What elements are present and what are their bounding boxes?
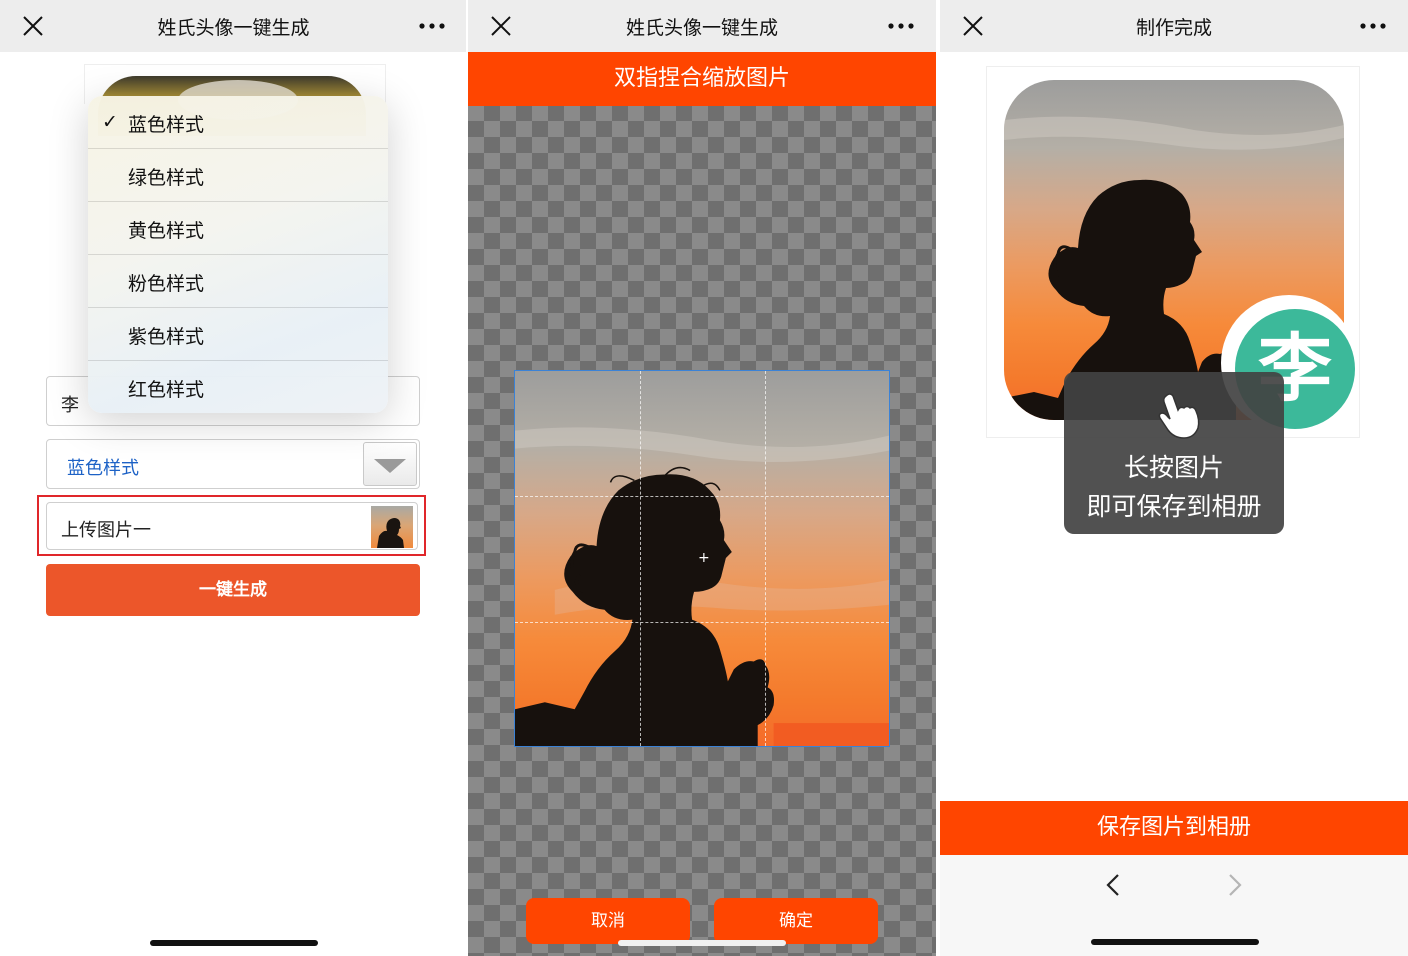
upload-thumbnail [371,506,413,548]
dropdown-option-pink[interactable]: 粉色样式 [88,255,388,308]
dropdown-option-red[interactable]: 红色样式 [88,361,388,413]
style-select[interactable]: 蓝色样式 [46,439,420,489]
tooltip-line-1: 长按图片 [1123,453,1224,482]
navigation-bar: 姓氏头像一键生成 [0,0,467,52]
style-select-value: 蓝色样式 [67,458,139,479]
crop-grid-line [515,496,889,497]
cancel-button[interactable]: 取消 [526,898,690,944]
crop-frame[interactable]: + [514,370,890,747]
home-indicator [618,940,786,946]
home-indicator [1091,939,1259,945]
dropdown-option-purple[interactable]: 紫色样式 [88,308,388,361]
result-screen: 制作完成 李 长按图片 即可保存到相册 保存图片到相册 [940,0,1408,956]
style-dropdown-menu: ✓ 蓝色样式 绿色样式 黄色样式 粉色样式 紫色样式 红色样式 [88,96,388,413]
dropdown-option-blue[interactable]: ✓ 蓝色样式 [88,96,388,149]
dropdown-option-label: 粉色样式 [128,273,205,295]
save-to-album-button[interactable]: 保存图片到相册 [940,801,1408,855]
crop-grid-line [640,371,641,746]
forward-arrow-icon[interactable] [1222,873,1246,897]
tooltip-line-2: 即可保存到相册 [1086,492,1262,521]
browser-bottom-bar [940,855,1408,956]
home-indicator [150,940,318,946]
confirm-button[interactable]: 确定 [714,898,878,944]
check-icon: ✓ [102,111,118,133]
dropdown-option-yellow[interactable]: 黄色样式 [88,202,388,255]
crop-grid-line [515,622,889,623]
page-title: 姓氏头像一键生成 [625,17,778,39]
dropdown-option-label: 红色样式 [128,379,205,401]
upload-image-field[interactable]: 上传图片一 [46,502,418,550]
dropdown-option-label: 绿色样式 [128,167,205,189]
select-arrow-button[interactable] [363,442,417,486]
upload-highlight: 上传图片一 [37,495,426,556]
dropdown-option-green[interactable]: 绿色样式 [88,149,388,202]
crosshair-icon: + [698,550,710,566]
hand-pointer-icon [1158,393,1200,439]
back-arrow-icon[interactable] [1102,873,1126,897]
navigation-bar: 姓氏头像一键生成 [468,0,936,52]
style-select-screen: 姓氏头像一键生成 李 蓝色样式 上传图片一 一键生成 ✓ 蓝色样式 绿色样式 黄… [0,0,467,956]
surname-value: 李 [61,395,79,416]
generate-button[interactable]: 一键生成 [46,564,420,616]
more-icon[interactable] [886,14,916,38]
dropdown-option-label: 紫色样式 [128,326,205,348]
page-title: 姓氏头像一键生成 [157,17,310,39]
chevron-down-icon [374,459,406,473]
page-title: 制作完成 [1135,17,1212,39]
pinch-zoom-banner: 双指捏合缩放图片 [468,52,936,106]
crop-screen: 姓氏头像一键生成 双指捏合缩放图片 + 取消 确定 [468,0,936,956]
dropdown-option-label: 黄色样式 [128,220,205,242]
more-icon[interactable] [417,14,447,38]
crop-grid-line [765,371,766,746]
more-icon[interactable] [1358,14,1388,38]
upload-label: 上传图片一 [61,520,151,541]
navigation-bar: 制作完成 [940,0,1408,52]
dropdown-option-label: 蓝色样式 [128,114,205,136]
long-press-tooltip: 长按图片 即可保存到相册 [1064,372,1284,534]
